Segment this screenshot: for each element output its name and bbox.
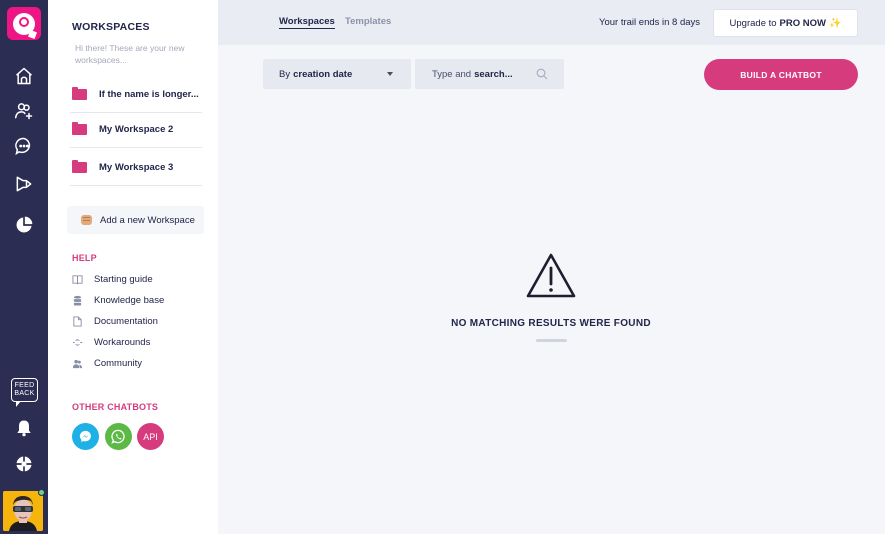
chevron-down-icon [387,72,393,76]
sort-dropdown[interactable]: By creation date [263,59,411,89]
workspaces-panel: WORKSPACES Hi there! These are your new … [48,0,218,534]
upgrade-bold: PRO NOW [779,17,826,29]
whatsapp-icon [111,429,125,444]
top-bar: Workspaces Templates Your trail ends in … [218,0,885,45]
book-icon [72,274,83,285]
app-logo[interactable] [7,7,41,40]
nav-rail: FEED BACK [0,0,48,534]
sparkle-icon: ✨ [829,17,842,29]
help-item-workarounds[interactable]: Workarounds [72,335,150,349]
workaround-icon [72,337,83,348]
fist-icon [81,215,92,225]
messenger-icon [79,430,91,443]
pie-chart-icon[interactable] [12,213,36,237]
help-label: Community [94,357,143,369]
workspace-name: My Workspace 2 [99,123,174,135]
tab-templates[interactable]: Templates [345,16,391,27]
panel-title: WORKSPACES [72,21,150,33]
help-item-starting-guide[interactable]: Starting guide [72,272,153,286]
sort-prefix: By [279,68,291,80]
help-label: Documentation [94,315,158,327]
api-button[interactable]: API [137,423,164,450]
add-workspace-label: Add a new Workspace [100,214,195,226]
upgrade-prefix: Upgrade to [729,17,777,29]
help-item-documentation[interactable]: Documentation [72,314,158,328]
divider [536,339,567,342]
online-status-badge [38,489,45,496]
trial-status: Your trail ends in 8 days [599,17,701,28]
help-title: HELP [72,253,97,263]
logo-icon [13,12,35,35]
warning-icon [526,253,576,298]
support-icon[interactable] [12,452,36,476]
build-chatbot-button[interactable]: BUILD A CHATBOT [704,59,858,90]
help-label: Workarounds [94,336,151,348]
messenger-button[interactable] [72,423,99,450]
help-item-community[interactable]: Community [72,356,142,370]
community-icon [72,358,83,369]
search-input[interactable]: Type and search... [415,59,564,89]
other-chatbots-title: OTHER CHATBOTS [72,402,159,412]
search-placeholder-prefix: Type and [432,68,472,80]
workspace-name: If the name is longer... [99,88,199,100]
document-icon [72,315,83,327]
sort-value: creation date [293,68,353,80]
search-placeholder-bold: search... [474,68,513,80]
upgrade-button[interactable]: Upgrade to PRO NOW ✨ [713,9,858,37]
feedback-button[interactable]: FEED BACK [11,378,38,407]
user-avatar[interactable] [3,491,43,531]
whatsapp-button[interactable] [105,423,132,450]
workspace-item[interactable]: My Workspace 3 [70,149,202,186]
folder-icon [72,121,87,135]
database-icon [72,295,83,306]
folder-icon [72,86,87,100]
panel-subtitle: Hi there! These are your new workspaces.… [75,43,185,65]
workspace-item[interactable]: My Workspace 2 [70,111,202,148]
tab-workspaces[interactable]: Workspaces [279,16,335,29]
folder-icon [72,159,87,173]
search-icon[interactable] [536,68,548,80]
help-label: Starting guide [94,273,153,285]
megaphone-icon[interactable] [12,172,36,196]
workspace-name: My Workspace 3 [99,161,174,173]
add-workspace-button[interactable]: Add a new Workspace [67,206,204,234]
help-item-knowledge-base[interactable]: Knowledge base [72,293,164,307]
chat-icon[interactable] [12,134,36,158]
add-user-icon[interactable] [12,99,36,123]
empty-state-message: NO MATCHING RESULTS WERE FOUND [451,318,651,329]
workspace-item[interactable]: If the name is longer... [70,76,202,113]
home-icon[interactable] [12,64,36,88]
bell-icon[interactable] [12,416,36,440]
help-label: Knowledge base [94,294,165,306]
